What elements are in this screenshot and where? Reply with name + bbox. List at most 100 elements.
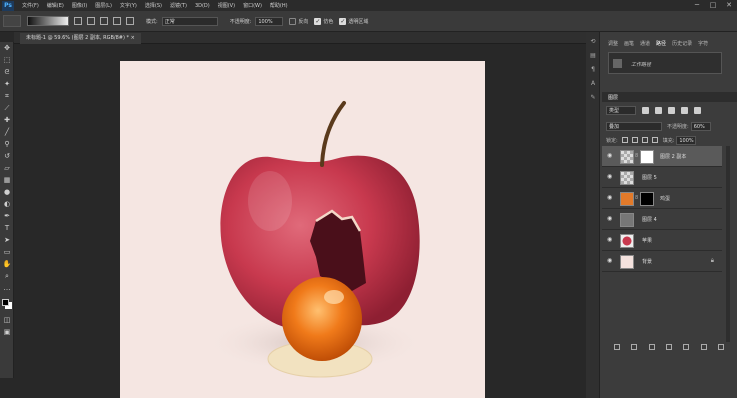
hand-icon[interactable]: ✋ bbox=[2, 259, 12, 269]
move-icon[interactable]: ✥ bbox=[2, 43, 12, 53]
canvas-area[interactable] bbox=[28, 44, 586, 398]
close-button[interactable]: ✕ bbox=[725, 1, 733, 9]
layer-name[interactable]: 图层 2 副本 bbox=[660, 153, 686, 160]
history-icon[interactable]: ⟲ bbox=[588, 38, 598, 46]
radial-gradient-icon[interactable] bbox=[87, 17, 95, 25]
menu-image[interactable]: 图像(I) bbox=[72, 2, 87, 9]
properties-icon[interactable]: ▤ bbox=[588, 52, 598, 60]
filter-shape-icon[interactable] bbox=[681, 107, 688, 114]
menu-3d[interactable]: 3D(D) bbox=[195, 3, 210, 9]
menu-view[interactable]: 视图(V) bbox=[218, 2, 235, 9]
healing-icon[interactable]: ✚ bbox=[2, 115, 12, 125]
transparency-checkbox[interactable]: ✓ bbox=[339, 17, 347, 25]
layer-name[interactable]: 苹果 bbox=[642, 237, 652, 244]
reverse-checkbox[interactable] bbox=[289, 17, 297, 25]
filter-adjustment-icon[interactable] bbox=[655, 107, 662, 114]
tab-channels[interactable]: 通道 bbox=[640, 40, 650, 47]
tool-preset-picker[interactable] bbox=[3, 15, 21, 27]
tab-paths[interactable]: 路径 bbox=[656, 40, 666, 47]
link-icon[interactable]: 8 bbox=[635, 195, 639, 201]
tab-adjustments[interactable]: 调整 bbox=[608, 40, 618, 47]
eye-icon[interactable]: ◉ bbox=[607, 258, 613, 264]
layer-filter-select[interactable]: 类型 bbox=[606, 106, 636, 115]
menu-filter[interactable]: 滤镜(T) bbox=[170, 2, 187, 9]
menu-help[interactable]: 帮助(H) bbox=[270, 2, 288, 9]
angle-gradient-icon[interactable] bbox=[100, 17, 108, 25]
layer-row[interactable]: ◉ 图层 4 bbox=[602, 209, 722, 230]
path-select-icon[interactable]: ➤ bbox=[2, 235, 12, 245]
minimize-button[interactable]: ─ bbox=[693, 1, 701, 9]
menu-type[interactable]: 文字(Y) bbox=[120, 2, 137, 9]
layer-row[interactable]: ◉ 8 图层 2 副本 bbox=[602, 146, 722, 167]
menu-select[interactable]: 选择(S) bbox=[145, 2, 162, 9]
menu-edit[interactable]: 编辑(E) bbox=[47, 2, 64, 9]
delete-layer-icon[interactable] bbox=[717, 344, 724, 350]
layer-row[interactable]: ◉ 8 鸡蛋 bbox=[602, 188, 722, 209]
adjustment-layer-icon[interactable] bbox=[665, 344, 672, 350]
eraser-icon[interactable]: ▱ bbox=[2, 163, 12, 173]
tab-history[interactable]: 历史记录 bbox=[672, 40, 692, 47]
layer-name[interactable]: 图层 4 bbox=[642, 216, 657, 223]
maximize-button[interactable]: □ bbox=[709, 1, 717, 9]
zoom-icon[interactable]: ⌕ bbox=[2, 271, 12, 281]
linear-gradient-icon[interactable] bbox=[74, 17, 82, 25]
foreground-color[interactable] bbox=[2, 299, 9, 306]
paragraph-icon[interactable]: ¶ bbox=[588, 66, 598, 74]
lasso-icon[interactable]: ᘓ bbox=[2, 67, 12, 77]
screen-mode-icon[interactable]: ▣ bbox=[2, 327, 12, 337]
more-icon[interactable]: … bbox=[2, 283, 12, 293]
document-tab[interactable]: 未标题-1 @ 59.6% (图层 2 副本, RGB/8#) * × bbox=[20, 33, 141, 44]
layer-name[interactable]: 鸡蛋 bbox=[660, 195, 670, 202]
layer-row[interactable]: ◉ 背景 🔒︎ bbox=[602, 251, 722, 272]
pen-icon[interactable]: ✒ bbox=[2, 211, 12, 221]
lock-all-icon[interactable] bbox=[651, 137, 658, 143]
dodge-icon[interactable]: ◐ bbox=[2, 199, 12, 209]
layer-row[interactable]: ◉ 图层 5 bbox=[602, 167, 722, 188]
layer-opacity-input[interactable]: 60% bbox=[690, 121, 711, 131]
layer-name[interactable]: 图层 5 bbox=[642, 174, 657, 181]
shape-icon[interactable]: ▭ bbox=[2, 247, 12, 257]
new-layer-icon[interactable] bbox=[700, 344, 707, 350]
document-canvas[interactable] bbox=[120, 61, 485, 398]
quick-mask-icon[interactable]: ◫ bbox=[2, 315, 12, 325]
filter-smart-icon[interactable] bbox=[694, 107, 701, 114]
add-mask-icon[interactable] bbox=[648, 344, 655, 350]
type-icon[interactable]: T bbox=[2, 223, 12, 233]
opacity-input[interactable]: 100% bbox=[255, 16, 284, 26]
layers-scrollbar[interactable] bbox=[726, 146, 730, 342]
lock-image-icon[interactable] bbox=[631, 137, 638, 143]
filter-pixel-icon[interactable] bbox=[642, 107, 649, 114]
history-brush-icon[interactable]: ↺ bbox=[2, 151, 12, 161]
eye-icon[interactable]: ◉ bbox=[607, 153, 613, 159]
lock-transparent-icon[interactable] bbox=[621, 137, 628, 143]
blur-icon[interactable]: ● bbox=[2, 187, 12, 197]
eye-icon[interactable]: ◉ bbox=[607, 216, 613, 222]
menu-file[interactable]: 文件(F) bbox=[22, 2, 39, 9]
lock-position-icon[interactable] bbox=[641, 137, 648, 143]
diamond-gradient-icon[interactable] bbox=[126, 17, 134, 25]
eye-icon[interactable]: ◉ bbox=[607, 195, 613, 201]
link-icon[interactable]: 8 bbox=[635, 153, 639, 159]
mode-select[interactable]: 正常 bbox=[161, 16, 218, 26]
filter-type-icon[interactable] bbox=[668, 107, 675, 114]
menu-window[interactable]: 窗口(W) bbox=[243, 2, 262, 9]
color-swatches[interactable] bbox=[2, 299, 12, 309]
layer-row[interactable]: ◉ 苹果 bbox=[602, 230, 722, 251]
stamp-icon[interactable]: ⚲ bbox=[2, 139, 12, 149]
fill-input[interactable]: 100% bbox=[676, 135, 697, 145]
blend-mode-select[interactable]: 叠加 bbox=[606, 121, 662, 131]
brush-icon[interactable]: ╱ bbox=[2, 127, 12, 137]
reflected-gradient-icon[interactable] bbox=[113, 17, 121, 25]
eye-icon[interactable]: ◉ bbox=[607, 237, 613, 243]
work-path-item[interactable]: 工作路径 bbox=[631, 61, 651, 68]
marquee-icon[interactable]: ⬚ bbox=[2, 55, 12, 65]
eye-icon[interactable]: ◉ bbox=[607, 174, 613, 180]
brush-settings-icon[interactable]: ✎ bbox=[588, 94, 598, 102]
crop-icon[interactable]: ⌗ bbox=[2, 91, 12, 101]
gradient-icon[interactable]: ▦ bbox=[2, 175, 12, 185]
layer-name[interactable]: 背景 bbox=[642, 258, 652, 265]
menu-layer[interactable]: 图层(L) bbox=[95, 2, 112, 9]
tab-brush[interactable]: 画笔 bbox=[624, 40, 634, 47]
new-group-icon[interactable] bbox=[683, 344, 690, 350]
character-icon[interactable]: A bbox=[588, 80, 598, 88]
